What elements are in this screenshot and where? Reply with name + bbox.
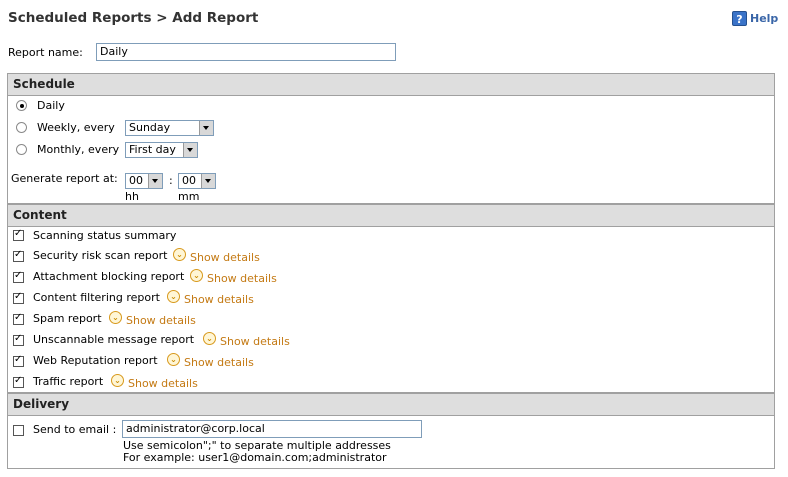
help-icon: ? <box>732 11 747 26</box>
content-checkbox[interactable] <box>13 354 24 367</box>
email-input[interactable]: administrator@corp.local <box>122 420 422 438</box>
content-checkbox[interactable] <box>13 291 24 304</box>
monthly-day-select[interactable]: First day <box>125 142 198 158</box>
daily-label: Daily <box>37 99 65 112</box>
show-details-link[interactable]: Show details <box>207 272 277 285</box>
send-email-checkbox[interactable] <box>13 425 24 436</box>
hh-label: hh <box>125 190 139 203</box>
help-link[interactable]: ? Help <box>732 11 778 26</box>
page-title: Scheduled Reports > Add Report <box>8 10 259 26</box>
weekly-day-value: Sunday <box>129 121 171 134</box>
content-checkbox[interactable] <box>13 333 24 346</box>
show-details-link[interactable]: Show details <box>184 356 254 369</box>
content-checkbox[interactable] <box>13 228 24 241</box>
minute-select[interactable]: 00 <box>178 173 216 189</box>
email-example: For example: user1@domain.com;administra… <box>123 451 387 464</box>
content-item-label: Traffic report <box>33 375 104 388</box>
report-name-label: Report name: <box>8 46 83 59</box>
expand-details-icon[interactable]: ⌄ <box>109 311 122 324</box>
schedule-heading: Schedule <box>8 74 774 96</box>
chevron-down-icon <box>201 174 215 188</box>
generate-label: Generate report at: <box>11 172 118 185</box>
content-item-label: Spam report <box>33 312 102 325</box>
minute-value: 00 <box>182 174 196 187</box>
show-details-link[interactable]: Show details <box>184 293 254 306</box>
expand-details-icon[interactable]: ⌄ <box>203 332 216 345</box>
daily-radio[interactable] <box>16 100 27 111</box>
weekly-day-select[interactable]: Sunday <box>125 120 214 136</box>
chevron-down-icon <box>183 143 197 157</box>
chevron-down-icon <box>199 121 213 135</box>
content-item-label: Web Reputation report <box>33 354 158 367</box>
expand-details-icon[interactable]: ⌄ <box>167 290 180 303</box>
expand-details-icon[interactable]: ⌄ <box>173 248 186 261</box>
mm-label: mm <box>178 190 200 203</box>
expand-details-icon[interactable]: ⌄ <box>111 374 124 387</box>
content-checkbox[interactable] <box>13 249 24 262</box>
content-item-label: Attachment blocking report <box>33 270 185 283</box>
expand-details-icon[interactable]: ⌄ <box>167 353 180 366</box>
hour-value: 00 <box>129 174 143 187</box>
content-checkbox[interactable] <box>13 312 24 325</box>
expand-details-icon[interactable]: ⌄ <box>190 269 203 282</box>
schedule-section: Schedule <box>7 73 775 204</box>
hour-select[interactable]: 00 <box>125 173 163 189</box>
show-details-link[interactable]: Show details <box>126 314 196 327</box>
delivery-heading: Delivery <box>8 393 774 416</box>
show-details-link[interactable]: Show details <box>128 377 198 390</box>
monthly-label: Monthly, every <box>37 143 120 156</box>
report-name-input[interactable]: Daily <box>96 43 396 61</box>
chevron-down-icon <box>148 174 162 188</box>
content-item-label: Security risk scan report <box>33 249 168 262</box>
time-separator: : <box>169 174 173 187</box>
content-item-label: Scanning status summary <box>33 229 177 242</box>
content-checkbox[interactable] <box>13 270 24 283</box>
send-email-label: Send to email : <box>33 423 117 436</box>
content-checkbox[interactable] <box>13 375 24 388</box>
monthly-day-value: First day <box>129 143 176 156</box>
help-label: Help <box>750 12 779 25</box>
monthly-radio[interactable] <box>16 144 27 155</box>
show-details-link[interactable]: Show details <box>220 335 290 348</box>
weekly-radio[interactable] <box>16 122 27 133</box>
show-details-link[interactable]: Show details <box>190 251 260 264</box>
content-item-label: Unscannable message report <box>33 333 195 346</box>
content-item-label: Content filtering report <box>33 291 160 304</box>
weekly-label: Weekly, every <box>37 121 115 134</box>
content-heading: Content <box>8 204 774 227</box>
